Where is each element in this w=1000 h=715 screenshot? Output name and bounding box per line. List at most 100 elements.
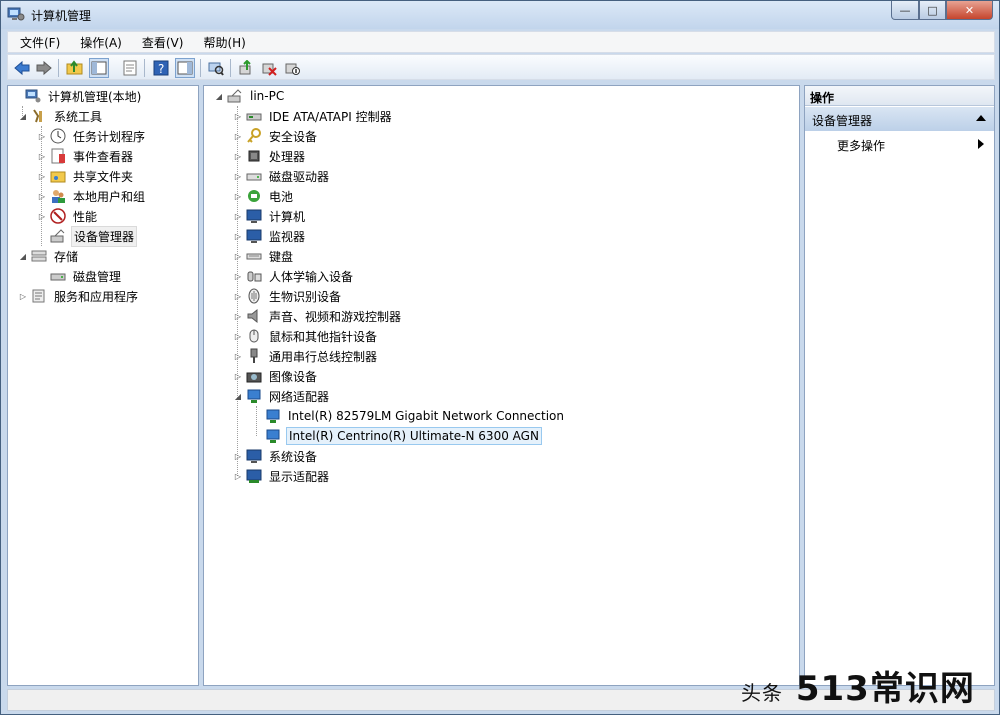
device-category-hid[interactable]: ▷ 人体学输入设备 xyxy=(233,266,355,286)
device-tree-root[interactable]: ◢ lin-PC xyxy=(214,86,286,106)
svg-text:?: ? xyxy=(158,62,164,76)
more-actions-item[interactable]: 更多操作 xyxy=(837,137,885,154)
device-category-disk[interactable]: ▷ 磁盘驱动器 xyxy=(233,166,331,186)
tree-label: 本地用户和组 xyxy=(73,189,146,204)
maximize-icon: □ xyxy=(927,3,938,17)
tree-item-services-apps[interactable]: ▷ 服务和应用程序 xyxy=(18,286,140,306)
show-action-pane-button[interactable] xyxy=(175,58,195,78)
menu-view[interactable]: 查看(V) xyxy=(130,34,192,51)
tree-item-performance[interactable]: ▷ 性能 xyxy=(37,206,99,226)
expand-arrow-icon[interactable]: ▷ xyxy=(37,211,47,221)
actions-section-device-manager[interactable]: 设备管理器 xyxy=(805,107,994,131)
collapse-arrow-icon[interactable]: ◢ xyxy=(233,391,243,401)
menu-action[interactable]: 操作(A) xyxy=(68,34,130,51)
expand-arrow-icon[interactable]: ▷ xyxy=(18,291,28,301)
expand-arrow-icon[interactable]: ▷ xyxy=(37,171,47,181)
tree-item-event-viewer[interactable]: ▷ 事件查看器 xyxy=(37,146,135,166)
console-tree-pane: 计算机管理(本地) ◢ 系统工具 ▷ 任务计划程序 ▷ 事件查看器 ▷ 共享文件… xyxy=(7,85,199,686)
expand-arrow-icon[interactable]: ▷ xyxy=(233,351,243,361)
toolbar-separator xyxy=(58,59,59,77)
tree-item-root[interactable]: 计算机管理(本地) xyxy=(12,86,143,106)
close-button[interactable]: ✕ xyxy=(946,1,993,20)
expand-arrow-icon[interactable]: ▷ xyxy=(233,111,243,121)
usb-icon xyxy=(250,348,258,363)
computer-management-icon xyxy=(25,89,41,103)
expand-arrow-icon[interactable]: ▷ xyxy=(233,371,243,381)
expand-arrow-icon[interactable]: ▷ xyxy=(233,231,243,241)
device-category-battery[interactable]: ▷ 电池 xyxy=(233,186,295,206)
expand-arrow-icon[interactable]: ▷ xyxy=(233,271,243,281)
tree-label: 任务计划程序 xyxy=(73,129,146,144)
expand-arrow-icon[interactable]: ▷ xyxy=(233,151,243,161)
device-category-usb[interactable]: ▷ 通用串行总线控制器 xyxy=(233,346,379,366)
show-hide-tree-button[interactable] xyxy=(89,58,109,78)
fingerprint-icon xyxy=(248,288,260,304)
update-driver-button[interactable] xyxy=(236,58,256,78)
device-category-imaging[interactable]: ▷ 图像设备 xyxy=(233,366,319,386)
tree-item-local-users[interactable]: ▷ 本地用户和组 xyxy=(37,186,147,206)
device-category-biometric[interactable]: ▷ 生物识别设备 xyxy=(233,286,343,306)
device-category-keyboard[interactable]: ▷ 键盘 xyxy=(233,246,295,266)
device-category-label: 磁盘驱动器 xyxy=(269,169,330,184)
tree-item-system-tools[interactable]: ◢ 系统工具 xyxy=(18,106,104,126)
scan-hardware-button[interactable] xyxy=(206,58,226,78)
expand-arrow-icon[interactable]: ▷ xyxy=(37,131,47,141)
tree-item-task-scheduler[interactable]: ▷ 任务计划程序 xyxy=(37,126,147,146)
network-adapter-item[interactable]: Intel(R) 82579LM Gigabit Network Connect… xyxy=(252,406,566,426)
expand-arrow-icon[interactable]: ▷ xyxy=(233,191,243,201)
processor-icon xyxy=(248,150,260,162)
tree-item-shared-folders[interactable]: ▷ 共享文件夹 xyxy=(37,166,135,186)
expand-arrow-icon[interactable]: ▷ xyxy=(233,131,243,141)
expand-arrow-icon[interactable]: ▷ xyxy=(37,151,47,161)
properties-button[interactable] xyxy=(120,58,140,78)
maximize-button[interactable]: □ xyxy=(919,1,946,20)
collapse-arrow-icon[interactable]: ◢ xyxy=(18,251,28,261)
uninstall-button[interactable] xyxy=(259,58,279,78)
up-level-button[interactable] xyxy=(65,58,85,78)
tree-item-storage[interactable]: ◢ 存储 xyxy=(18,246,80,266)
expand-arrow-icon[interactable]: ▷ xyxy=(233,471,243,481)
collapse-arrow-icon[interactable]: ◢ xyxy=(18,111,28,121)
device-category-processor[interactable]: ▷ 处理器 xyxy=(233,146,307,166)
device-category-sound[interactable]: ▷ 声音、视频和游戏控制器 xyxy=(233,306,403,326)
device-category-security[interactable]: ▷ 安全设备 xyxy=(233,126,319,146)
collapse-caret-icon[interactable] xyxy=(976,115,986,121)
collapse-arrow-icon[interactable]: ◢ xyxy=(214,91,224,101)
watermark-big: 513常识网 xyxy=(795,669,975,709)
expand-arrow-icon[interactable]: ▷ xyxy=(233,171,243,181)
device-category-system[interactable]: ▷ 系统设备 xyxy=(233,446,319,466)
device-category-ide[interactable]: ▷ IDE ATA/ATAPI 控制器 xyxy=(233,106,394,126)
title-bar[interactable]: 计算机管理 — □ ✕ xyxy=(1,1,999,29)
minimize-button[interactable]: — xyxy=(891,1,919,20)
menu-help[interactable]: 帮助(H) xyxy=(191,34,253,51)
device-category-network[interactable]: ◢ 网络适配器 xyxy=(233,386,331,406)
device-category-display[interactable]: ▷ 显示适配器 xyxy=(233,466,331,486)
expand-arrow-icon[interactable]: ▷ xyxy=(233,311,243,321)
menu-file[interactable]: 文件(F) xyxy=(8,34,68,51)
device-category-mouse[interactable]: ▷ 鼠标和其他指针设备 xyxy=(233,326,379,346)
help-button[interactable]: ? xyxy=(151,58,171,78)
tree-item-disk-management[interactable]: 磁盘管理 xyxy=(37,266,123,286)
submenu-arrow-icon[interactable] xyxy=(978,139,984,149)
device-category-label: 声音、视频和游戏控制器 xyxy=(269,309,402,324)
key-icon xyxy=(247,128,261,143)
monitor-icon xyxy=(246,229,262,243)
back-button[interactable] xyxy=(12,58,32,78)
expand-arrow-icon[interactable]: ▷ xyxy=(233,331,243,341)
disable-button[interactable] xyxy=(282,58,302,78)
computer-management-icon xyxy=(7,7,25,21)
tree-item-device-manager[interactable]: 设备管理器 xyxy=(37,225,138,247)
disk-drive-icon xyxy=(246,173,262,181)
network-adapter-item-selected[interactable]: Intel(R) Centrino(R) Ultimate-N 6300 AGN xyxy=(252,426,542,446)
expand-arrow-icon[interactable]: ▷ xyxy=(233,211,243,221)
expand-arrow-icon[interactable]: ▷ xyxy=(233,251,243,261)
device-category-computer[interactable]: ▷ 计算机 xyxy=(233,206,307,226)
device-category-label: 电池 xyxy=(269,189,294,204)
expand-arrow-icon[interactable]: ▷ xyxy=(37,191,47,201)
device-manager-icon xyxy=(50,229,65,243)
tree-label: 存储 xyxy=(54,249,79,264)
expand-arrow-icon[interactable]: ▷ xyxy=(233,291,243,301)
device-category-monitor[interactable]: ▷ 监视器 xyxy=(233,226,307,246)
forward-button[interactable] xyxy=(34,58,54,78)
expand-arrow-icon[interactable]: ▷ xyxy=(233,451,243,461)
